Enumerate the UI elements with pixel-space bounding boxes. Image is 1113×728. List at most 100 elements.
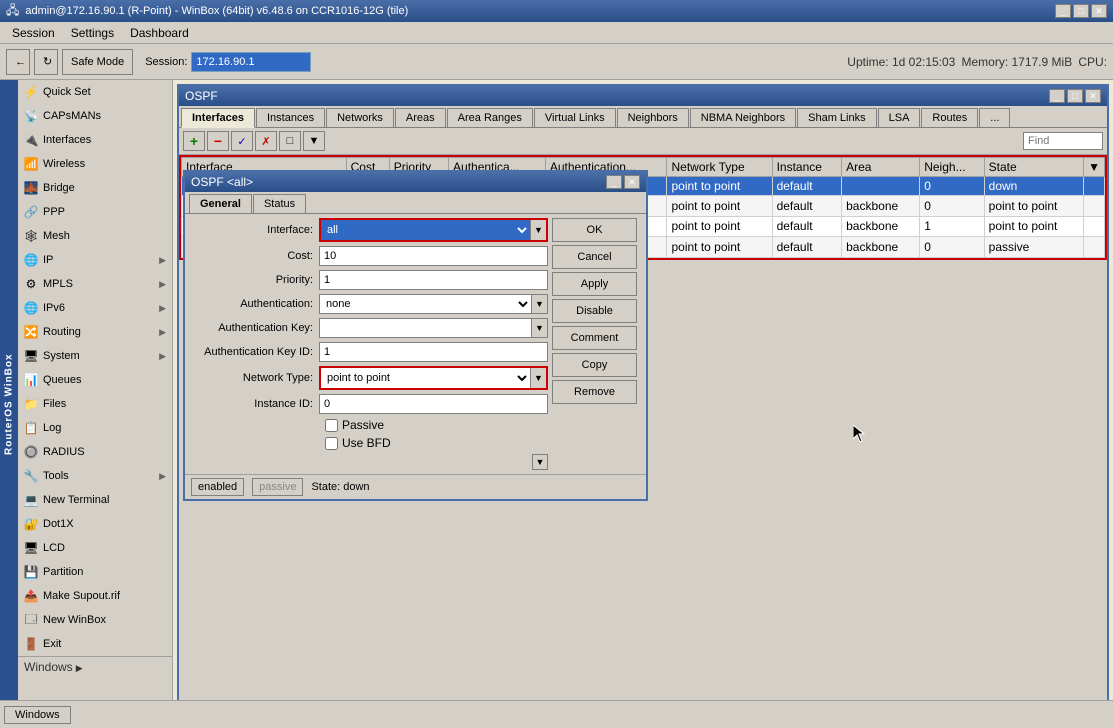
sidebar-item-lcd[interactable]: 🖥 LCD (18, 536, 172, 560)
menu-settings[interactable]: Settings (63, 24, 122, 42)
sidebar-item-ppp[interactable]: 🔗 PPP (18, 200, 172, 224)
windows-section[interactable]: Windows ▶ (18, 656, 172, 676)
tools-icon: 🔧 (24, 469, 38, 483)
sidebar-item-radius[interactable]: 🔘 RADIUS (18, 440, 172, 464)
tab-virtual-links[interactable]: Virtual Links (534, 108, 616, 127)
tab-networks[interactable]: Networks (326, 108, 394, 127)
add-btn[interactable]: + (183, 131, 205, 151)
sidebar-item-partition[interactable]: 💾 Partition (18, 560, 172, 584)
sidebar-item-dot1x[interactable]: 🔐 Dot1X (18, 512, 172, 536)
apply-button[interactable]: Apply (552, 272, 637, 296)
cancel-button[interactable]: Cancel (552, 245, 637, 269)
sidebar-item-routing[interactable]: 🔀 Routing ▶ (18, 320, 172, 344)
win-close-btn[interactable]: ✕ (1085, 89, 1101, 103)
dialog-tab-general[interactable]: General (189, 194, 252, 213)
sidebar-item-label: PPP (43, 206, 166, 218)
find-input[interactable] (1023, 132, 1103, 150)
copy-button[interactable]: Copy (552, 353, 637, 377)
tab-more[interactable]: ... (979, 108, 1010, 127)
remove-btn[interactable]: − (207, 131, 229, 151)
taskbar-windows-btn[interactable]: Windows (4, 706, 71, 724)
sidebar-item-tools[interactable]: 🔧 Tools ▶ (18, 464, 172, 488)
filter-btn[interactable]: ▼ (303, 131, 325, 151)
tab-lsa[interactable]: LSA (878, 108, 921, 127)
sidebar-item-quickset[interactable]: ⚡ Quick Set (18, 80, 172, 104)
menu-session[interactable]: Session (4, 24, 63, 42)
col-instance: Instance (772, 158, 842, 177)
instance-id-input[interactable] (319, 394, 548, 414)
use-bfd-checkbox[interactable] (325, 437, 338, 450)
win-restore-btn[interactable]: □ (1067, 89, 1083, 103)
sidebar-item-mpls[interactable]: ⚙ MPLS ▶ (18, 272, 172, 296)
priority-row: Priority: (189, 270, 548, 290)
interface-select[interactable]: all (321, 220, 530, 240)
sidebar-item-label: Mesh (43, 230, 166, 242)
tab-neighbors[interactable]: Neighbors (617, 108, 689, 127)
auth-key-dropdown-btn[interactable]: ▼ (532, 318, 548, 338)
cost-input[interactable] (319, 246, 548, 266)
dialog-tab-status[interactable]: Status (253, 194, 306, 213)
tab-nbma-neighbors[interactable]: NBMA Neighbors (690, 108, 796, 127)
passive-checkbox[interactable] (325, 419, 338, 432)
delete-btn[interactable]: ✗ (255, 131, 277, 151)
safe-mode-btn[interactable]: Safe Mode (62, 49, 133, 75)
sidebar-item-exit[interactable]: 🚪 Exit (18, 632, 172, 656)
sidebar-item-label: New WinBox (43, 614, 166, 626)
mpls-icon: ⚙ (24, 277, 38, 291)
interface-select-wrapper[interactable]: all ▼ (319, 218, 548, 242)
interface-dropdown-btn[interactable]: ▼ (530, 220, 546, 240)
sidebar-item-ip[interactable]: 🌐 IP ▶ (18, 248, 172, 272)
sidebar-item-files[interactable]: 📁 Files (18, 392, 172, 416)
tab-areas[interactable]: Areas (395, 108, 446, 127)
sidebar-item-interfaces[interactable]: 🔌 Interfaces (18, 128, 172, 152)
sidebar-item-make-supout[interactable]: 📤 Make Supout.rif (18, 584, 172, 608)
session-input[interactable] (191, 52, 311, 72)
win-minimize-btn[interactable]: _ (1049, 89, 1065, 103)
ip-icon: 🌐 (24, 253, 38, 267)
cell-extra (1084, 237, 1105, 258)
auth-dropdown-btn[interactable]: ▼ (532, 294, 548, 314)
close-btn[interactable]: ✕ (1091, 4, 1107, 18)
sidebar-item-capsman[interactable]: 📡 CAPsMANs (18, 104, 172, 128)
remove-button[interactable]: Remove (552, 380, 637, 404)
tab-instances[interactable]: Instances (256, 108, 325, 127)
cell-state: down (984, 177, 1083, 196)
comment-button[interactable]: Comment (552, 326, 637, 350)
dialog-minimize-btn[interactable]: _ (606, 175, 622, 189)
cell-state: point to point (984, 196, 1083, 217)
sidebar-item-bridge[interactable]: 🌉 Bridge (18, 176, 172, 200)
toolbar-back-btn[interactable]: ← (6, 49, 30, 75)
tab-interfaces[interactable]: Interfaces (181, 108, 255, 128)
auth-select[interactable]: none simple md5 (319, 294, 532, 314)
ospf-title: OSPF (185, 89, 218, 103)
sidebar-item-new-terminal[interactable]: 💻 New Terminal (18, 488, 172, 512)
sidebar-item-system[interactable]: 🖥 System ▶ (18, 344, 172, 368)
sidebar-item-queues[interactable]: 📊 Queues (18, 368, 172, 392)
sidebar-item-log[interactable]: 📋 Log (18, 416, 172, 440)
network-type-select[interactable]: point to point broadcast nbma point to m… (321, 368, 530, 388)
tab-sham-links[interactable]: Sham Links (797, 108, 876, 127)
edit-btn[interactable]: ✓ (231, 131, 253, 151)
auth-key-id-input[interactable] (319, 342, 548, 362)
col-dropdown[interactable]: ▼ (1084, 158, 1105, 177)
menu-dashboard[interactable]: Dashboard (122, 24, 197, 42)
sidebar-item-new-winbox[interactable]: 🗔 New WinBox (18, 608, 172, 632)
network-type-dropdown-btn[interactable]: ▼ (530, 368, 546, 388)
dialog-close-btn[interactable]: ✕ (624, 175, 640, 189)
maximize-btn[interactable]: □ (1073, 4, 1089, 18)
window-controls[interactable]: _ □ ✕ (1055, 4, 1107, 18)
toolbar-refresh-btn[interactable]: ↻ (34, 49, 58, 75)
priority-input[interactable] (319, 270, 548, 290)
tab-routes[interactable]: Routes (921, 108, 978, 127)
sidebar-item-wireless[interactable]: 📶 Wireless (18, 152, 172, 176)
network-type-wrapper[interactable]: point to point broadcast nbma point to m… (319, 366, 548, 390)
copy-btn[interactable]: □ (279, 131, 301, 151)
ok-button[interactable]: OK (552, 218, 637, 242)
disable-button[interactable]: Disable (552, 299, 637, 323)
sidebar-item-mesh[interactable]: 🕸 Mesh (18, 224, 172, 248)
scroll-down-btn[interactable]: ▼ (532, 454, 548, 470)
tab-area-ranges[interactable]: Area Ranges (447, 108, 533, 127)
minimize-btn[interactable]: _ (1055, 4, 1071, 18)
auth-key-input[interactable] (319, 318, 532, 338)
sidebar-item-ipv6[interactable]: 🌐 IPv6 ▶ (18, 296, 172, 320)
